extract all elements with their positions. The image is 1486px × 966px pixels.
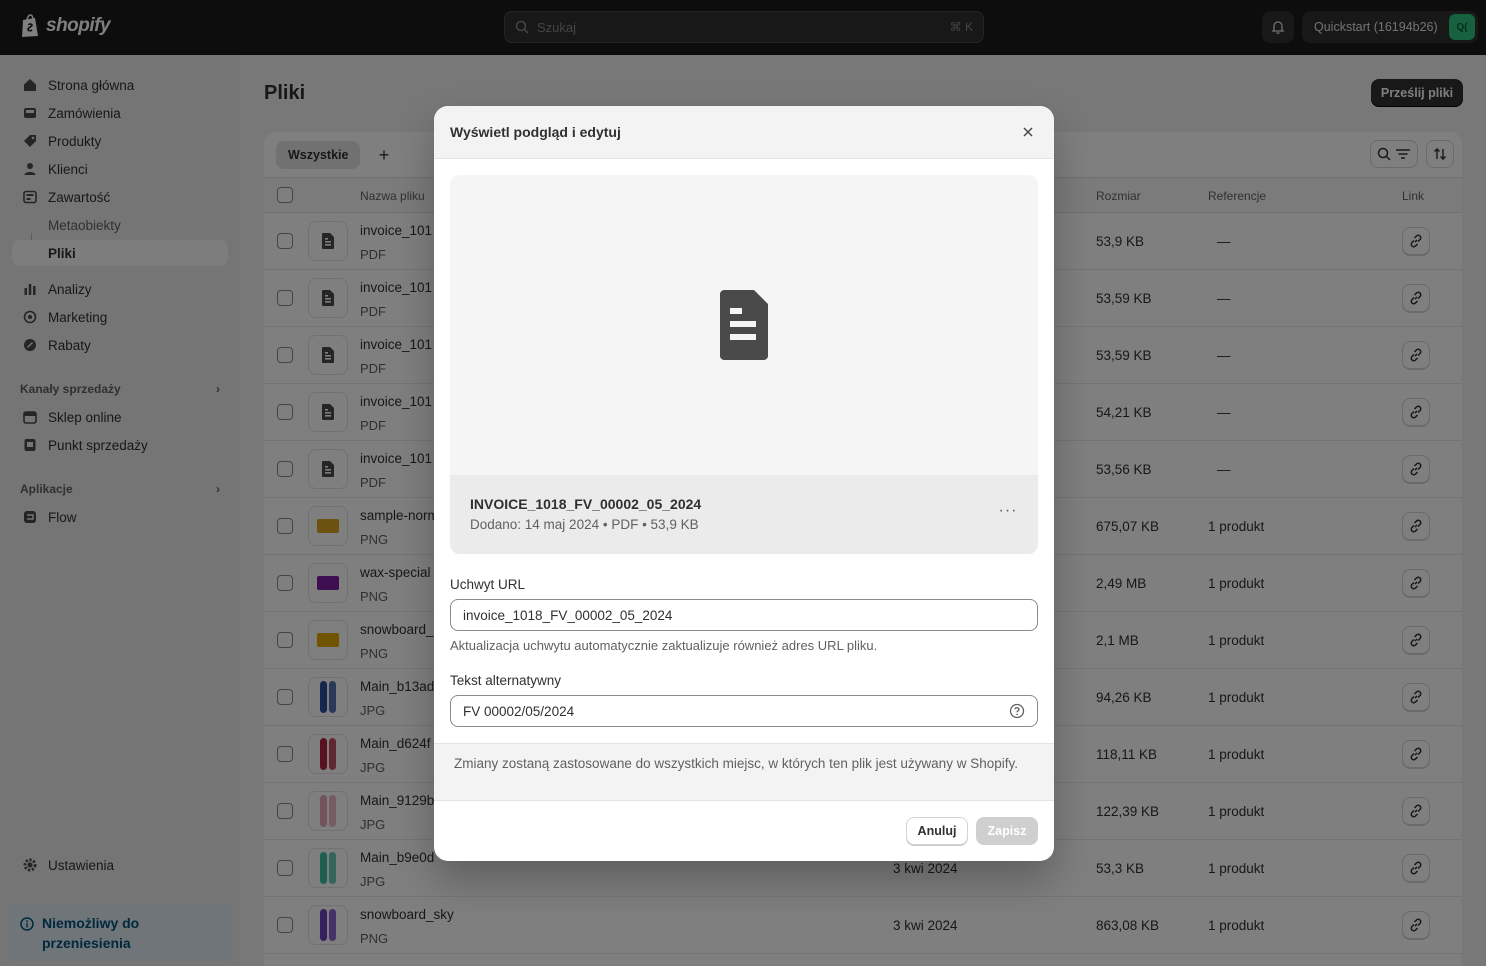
- save-button[interactable]: Zapisz: [976, 817, 1038, 845]
- preview-edit-dialog: Wyświetl podgląd i edytuj INVOICE_1018_F…: [434, 106, 1054, 861]
- document-icon: [720, 290, 768, 360]
- url-handle-value: invoice_1018_FV_00002_05_2024: [463, 607, 673, 623]
- preview-area: [450, 175, 1038, 475]
- close-icon: [1023, 127, 1033, 137]
- alt-text-label: Tekst alternatywny: [450, 673, 562, 688]
- close-button[interactable]: [1018, 122, 1038, 142]
- question-circle-icon[interactable]: [1009, 703, 1025, 722]
- more-actions-button[interactable]: ···: [996, 502, 1020, 519]
- alt-text-value: FV 00002/05/2024: [463, 703, 575, 719]
- url-handle-input[interactable]: invoice_1018_FV_00002_05_2024: [450, 599, 1038, 631]
- url-handle-help: Aktualizacja uchwytu automatycznie zaktu…: [450, 638, 878, 653]
- dialog-title: Wyświetl podgląd i edytuj: [450, 124, 621, 140]
- dialog-header: Wyświetl podgląd i edytuj: [434, 106, 1054, 159]
- cancel-button[interactable]: Anuluj: [906, 817, 968, 845]
- file-info: INVOICE_1018_FV_00002_05_2024 Dodano: 14…: [450, 475, 1038, 554]
- file-preview: INVOICE_1018_FV_00002_05_2024 Dodano: 14…: [450, 175, 1038, 554]
- file-title: INVOICE_1018_FV_00002_05_2024: [470, 496, 702, 512]
- file-meta: Dodano: 14 maj 2024 • PDF • 53,9 KB: [470, 517, 699, 532]
- url-handle-label: Uchwyt URL: [450, 577, 526, 592]
- alt-text-input[interactable]: FV 00002/05/2024: [450, 695, 1038, 727]
- changes-note: Zmiany zostaną zastosowane do wszystkich…: [434, 743, 1054, 801]
